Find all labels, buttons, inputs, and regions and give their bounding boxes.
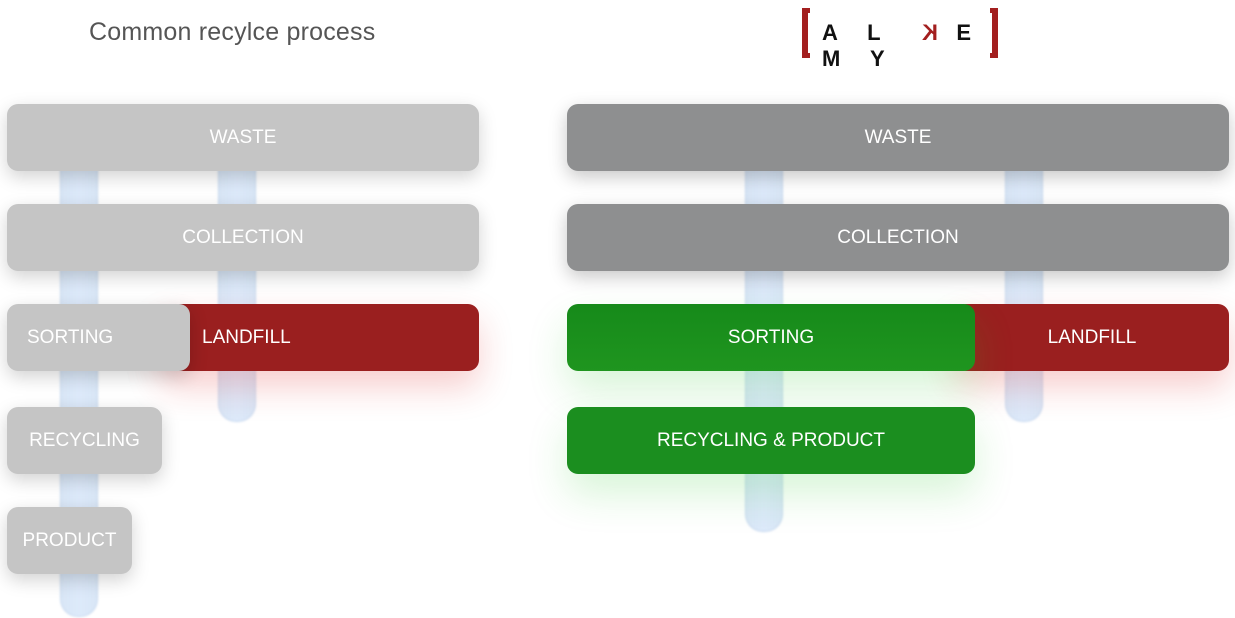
alkemy-logo: A L K E M Y (800, 8, 1000, 71)
right-collection-box: COLLECTION (567, 204, 1229, 271)
logo-wordmark: A L K E M Y (822, 20, 984, 71)
logo-bracket-right (990, 8, 998, 58)
left-tube-landfill (218, 150, 256, 422)
right-waste-box: WASTE (567, 104, 1229, 171)
left-waste-box: WASTE (7, 104, 479, 171)
left-diagram-title: Common recylce process (89, 18, 376, 46)
left-sorting-box: SORTING (7, 304, 190, 371)
left-collection-box: COLLECTION (7, 204, 479, 271)
right-recycling-product-box: RECYCLING & PRODUCT (567, 407, 975, 474)
left-product-box: PRODUCT (7, 507, 132, 574)
left-recycling-box: RECYCLING (7, 407, 162, 474)
right-sorting-box: SORTING (567, 304, 975, 371)
right-landfill-box: LANDFILL (955, 304, 1229, 371)
logo-bracket-left (802, 8, 810, 58)
left-landfill-box: LANDFILL (160, 304, 479, 371)
right-tube-landfill (1005, 150, 1043, 422)
